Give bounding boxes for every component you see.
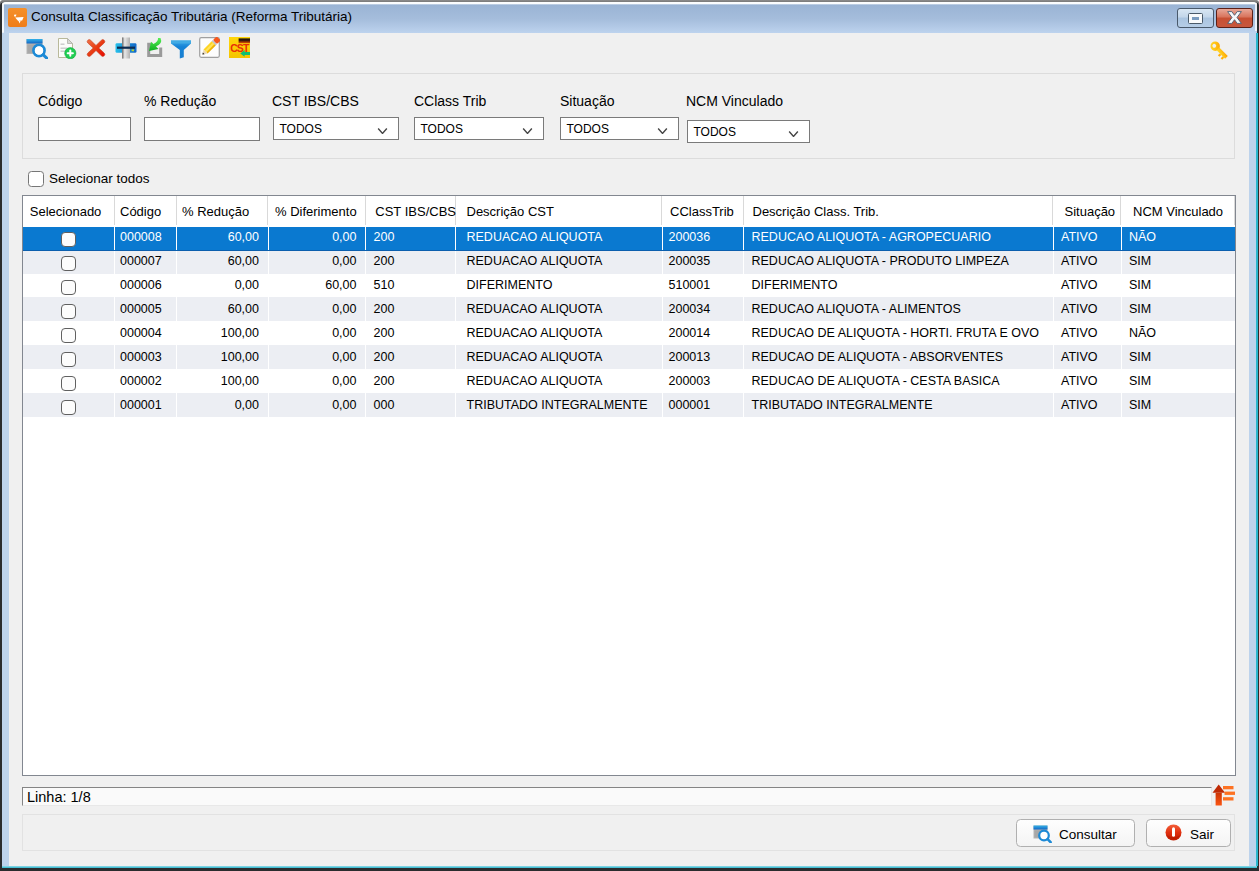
svg-text:CST: CST: [230, 42, 250, 54]
